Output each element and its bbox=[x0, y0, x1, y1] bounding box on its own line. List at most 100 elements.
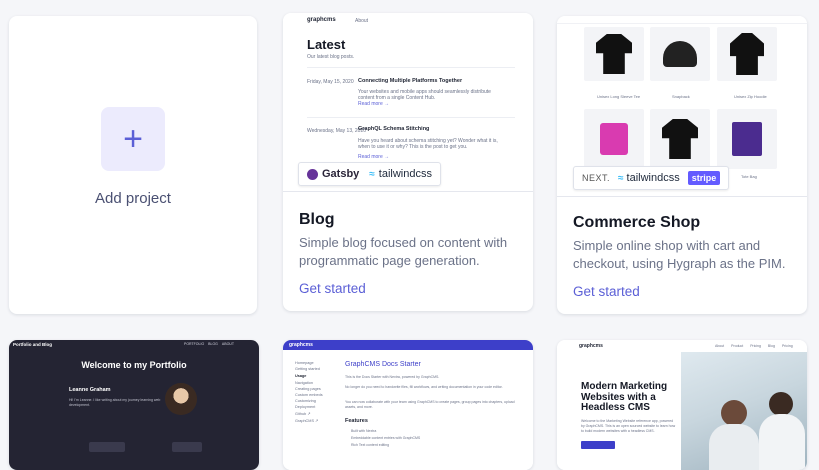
marketing-preview-brand: graphcms bbox=[579, 343, 603, 349]
portfolio-template-card[interactable]: Portfolio and Blog PORTFOLIO BLOG ABOUT … bbox=[9, 340, 259, 470]
portfolio-preview-thumbnail: Portfolio and Blog PORTFOLIO BLOG ABOUT … bbox=[9, 340, 259, 470]
person-figure bbox=[769, 392, 793, 416]
product-card bbox=[584, 109, 644, 169]
nav-item: PORTFOLIO bbox=[184, 342, 205, 346]
tailwind-icon: ≈ bbox=[369, 168, 375, 180]
blog-preview-subheading: Our latest blog posts. bbox=[307, 54, 355, 60]
person-figure bbox=[721, 400, 747, 426]
post-excerpt: Have you heard about schema stitching ye… bbox=[358, 138, 498, 150]
blog-preview-divider bbox=[307, 67, 515, 68]
product-name: Unisex Zip Hoodie bbox=[734, 94, 767, 99]
docs-feature: Rich Text content editing bbox=[351, 443, 390, 447]
portfolio-preview-tile bbox=[172, 442, 202, 452]
marketing-template-card[interactable]: graphcms About Product Pricing Blog Pric… bbox=[557, 340, 807, 470]
portfolio-preview-heading: Welcome to my Portfolio bbox=[81, 360, 187, 370]
tee-icon bbox=[662, 119, 698, 159]
add-project-plus-icon[interactable]: + bbox=[101, 107, 165, 171]
product-name: Tote Bag bbox=[741, 174, 757, 179]
marketing-preview-body: Welcome to the Marketing Website referen… bbox=[581, 419, 676, 433]
docs-preview-thumbnail: graphcms Homepage Getting started Usage … bbox=[283, 340, 533, 470]
nav-item: Pricing bbox=[750, 344, 761, 348]
nav-item: About bbox=[715, 344, 725, 348]
portfolio-preview-nav: PORTFOLIO BLOG ABOUT bbox=[184, 342, 234, 346]
docs-preview-heading: GraphCMS Docs Starter bbox=[345, 361, 421, 368]
snapback-icon bbox=[663, 41, 697, 67]
docs-features-heading: Features bbox=[345, 418, 368, 424]
blog-preview-brand: graphcms bbox=[307, 17, 336, 23]
nav-item: ABOUT bbox=[221, 342, 234, 346]
sidebar-link: Github ↗ bbox=[295, 412, 311, 416]
nav-item: Product bbox=[731, 344, 744, 348]
tailwind-logo: tailwindcss bbox=[378, 168, 432, 180]
sidebar-link: GraphCMS ↗ bbox=[295, 419, 319, 423]
docs-preview-brand: graphcms bbox=[289, 342, 313, 348]
mug-icon bbox=[600, 123, 628, 155]
commerce-template-card[interactable]: Unisex Long Sleeve Tee Snapback Unisex Z… bbox=[557, 16, 807, 314]
portfolio-preview-brand: Portfolio and Blog bbox=[13, 342, 52, 347]
portfolio-avatar bbox=[165, 383, 197, 415]
docs-paragraph: No longer do you need to handwrite files… bbox=[345, 385, 503, 389]
marketing-hero-photo bbox=[681, 352, 807, 470]
post-read-more: Read more → bbox=[358, 101, 390, 107]
portfolio-preview-tile bbox=[89, 442, 125, 452]
nav-item: BLOG bbox=[208, 342, 218, 346]
post-excerpt: Your websites and mobile apps should sea… bbox=[358, 89, 491, 101]
sidebar-section: Usage bbox=[295, 374, 307, 378]
docs-preview-sidebar: Homepage Getting started Usage Navigatio… bbox=[295, 360, 335, 424]
docs-feature: Embeddable content entries with GraphCMS bbox=[351, 436, 421, 440]
nav-item: Blog bbox=[767, 344, 775, 348]
marketing-preview-thumbnail: graphcms About Product Pricing Blog Pric… bbox=[557, 340, 807, 470]
docs-paragraph: You can now collaborate with your team u… bbox=[345, 400, 515, 409]
docs-template-card[interactable]: graphcms Homepage Getting started Usage … bbox=[283, 340, 533, 470]
gatsby-icon bbox=[307, 168, 318, 180]
product-card bbox=[717, 27, 777, 81]
docs-paragraph: This is the Docs Starter with Nextra, po… bbox=[345, 375, 440, 379]
add-project-card[interactable]: + Add project bbox=[9, 16, 257, 314]
commerce-card-description: Simple online shop with cart and checkou… bbox=[573, 238, 786, 271]
product-name: Unisex Long Sleeve Tee bbox=[597, 94, 641, 99]
post-date: Friday, May 15, 2020 bbox=[307, 79, 354, 85]
person-figure bbox=[709, 424, 759, 470]
stripe-logo: stripe bbox=[687, 171, 721, 185]
portfolio-preview-name: Leanne Graham bbox=[69, 387, 111, 393]
tee-icon bbox=[596, 34, 632, 74]
product-card bbox=[650, 109, 710, 169]
blog-preview-divider bbox=[307, 117, 515, 118]
marketing-preview-cta bbox=[581, 441, 615, 449]
post-title: Connecting Multiple Platforms Together bbox=[358, 78, 463, 84]
commerce-card-title: Commerce Shop bbox=[573, 214, 701, 231]
docs-preview-topbar: graphcms bbox=[283, 340, 533, 350]
commerce-get-started-link[interactable]: Get started bbox=[573, 284, 640, 299]
blog-card-description: Simple blog focused on content with prog… bbox=[299, 235, 508, 268]
blog-template-card[interactable]: graphcms About Latest Our latest blog po… bbox=[283, 13, 533, 311]
commerce-preview-thumbnail: Unisex Long Sleeve Tee Snapback Unisex Z… bbox=[557, 16, 807, 197]
product-card bbox=[584, 27, 644, 81]
blog-preview-nav: About bbox=[355, 18, 369, 24]
blog-tech-logos: Gatsby ≈ tailwindcss bbox=[298, 162, 441, 186]
docs-feature: Built with Nextra bbox=[351, 429, 377, 433]
tailwind-icon: ≈ bbox=[618, 172, 624, 184]
gatsby-logo: Gatsby bbox=[322, 168, 360, 180]
blog-preview-heading: Latest bbox=[307, 37, 346, 52]
post-read-more: Read more → bbox=[358, 154, 390, 160]
commerce-tech-logos: NEXT. ≈ tailwindcss stripe bbox=[573, 166, 730, 190]
post-title: GraphQL Schema Stitching bbox=[358, 126, 430, 132]
tailwind-logo: tailwindcss bbox=[626, 172, 680, 184]
person-figure bbox=[759, 414, 805, 470]
nav-item: Pricing bbox=[781, 344, 793, 348]
product-card bbox=[650, 27, 710, 81]
marketing-preview-nav: About Product Pricing Blog Pricing bbox=[715, 344, 793, 348]
hoodie-icon bbox=[730, 33, 764, 75]
portfolio-preview-bio: Hi! I'm Leanne. I like writing about my … bbox=[69, 398, 161, 407]
product-card bbox=[717, 109, 777, 169]
add-project-label: Add project bbox=[95, 190, 171, 207]
blog-card-title: Blog bbox=[299, 211, 335, 228]
plus-icon: + bbox=[123, 120, 143, 158]
blog-preview-thumbnail: graphcms About Latest Our latest blog po… bbox=[283, 13, 533, 192]
product-name: Snapback bbox=[672, 94, 690, 99]
commerce-preview-header bbox=[557, 16, 807, 24]
blog-get-started-link[interactable]: Get started bbox=[299, 281, 366, 296]
nextjs-logo: NEXT. bbox=[582, 173, 611, 183]
marketing-preview-heading: Modern Marketing Websites with a Headles… bbox=[581, 381, 668, 413]
tote-bag-icon bbox=[732, 122, 762, 156]
